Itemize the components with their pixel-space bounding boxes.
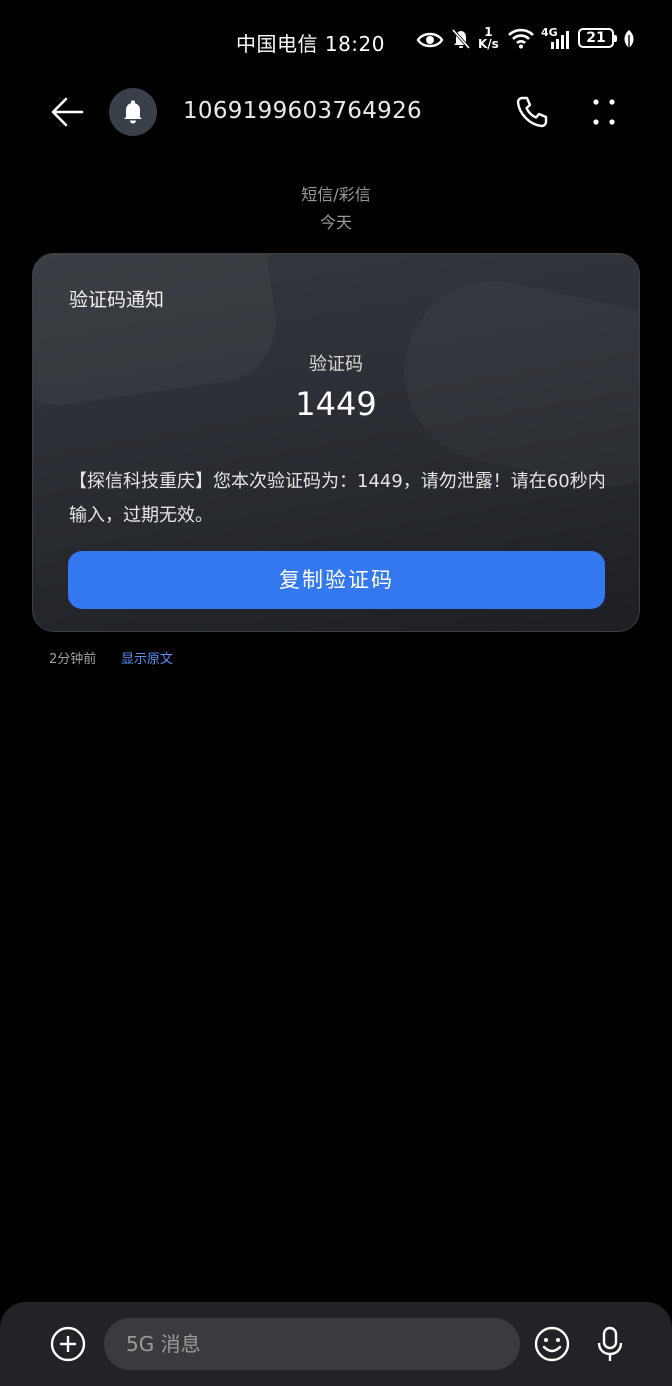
code-label: 验证码 (309, 354, 363, 375)
wifi-icon (507, 27, 535, 53)
phone-icon (516, 96, 548, 128)
mute-bell-icon (450, 28, 472, 54)
verification-code-card[interactable]: 验证码通知 验证码 1449 【探信科技重庆】您本次验证码为：1449，请勿泄露… (32, 253, 640, 632)
more-button[interactable] (586, 94, 622, 130)
net-speed: 1 K/s (478, 26, 499, 50)
more-dots-icon (593, 99, 615, 125)
emoji-button[interactable] (532, 1324, 572, 1364)
emoji-icon (534, 1326, 570, 1362)
composer-bar: 5G 消息 (0, 1302, 672, 1386)
signal-icon (548, 30, 572, 54)
microphone-icon (597, 1326, 623, 1361)
status-bar: 中国电信 18:20 1 K/s 4G 21 (0, 0, 672, 80)
leaf-icon (622, 29, 636, 53)
date-separator: 今天 (319, 213, 352, 232)
verification-code: 1449 (295, 385, 377, 423)
message-time: 2分钟前 (49, 652, 97, 667)
voice-input-button[interactable] (592, 1324, 628, 1364)
carrier-time: 中国电信 18:20 (236, 32, 385, 56)
card-title: 验证码通知 (69, 289, 165, 311)
battery-indicator: 21 (578, 28, 617, 48)
conversation-header: 1069199603764926 (0, 80, 672, 150)
show-original-link[interactable]: 显示原文 (121, 648, 173, 667)
avatar[interactable] (109, 88, 157, 136)
plus-circle-icon (50, 1326, 86, 1362)
back-button[interactable] (48, 92, 88, 132)
contact-number: 1069199603764926 (183, 98, 422, 124)
copy-code-button[interactable]: 复制验证码 (68, 551, 605, 609)
arrow-left-icon (51, 97, 84, 127)
message-type-label: 短信/彩信 (301, 185, 371, 204)
eye-icon (416, 30, 444, 54)
add-attachment-button[interactable] (48, 1324, 88, 1364)
message-input[interactable]: 5G 消息 (104, 1318, 520, 1370)
net-speed-unit: K/s (478, 37, 499, 51)
call-button[interactable] (514, 94, 550, 130)
bell-icon (124, 100, 142, 124)
message-body: 【探信科技重庆】您本次验证码为：1449，请勿泄露！请在60秒内输入，过期无效。 (69, 471, 606, 526)
